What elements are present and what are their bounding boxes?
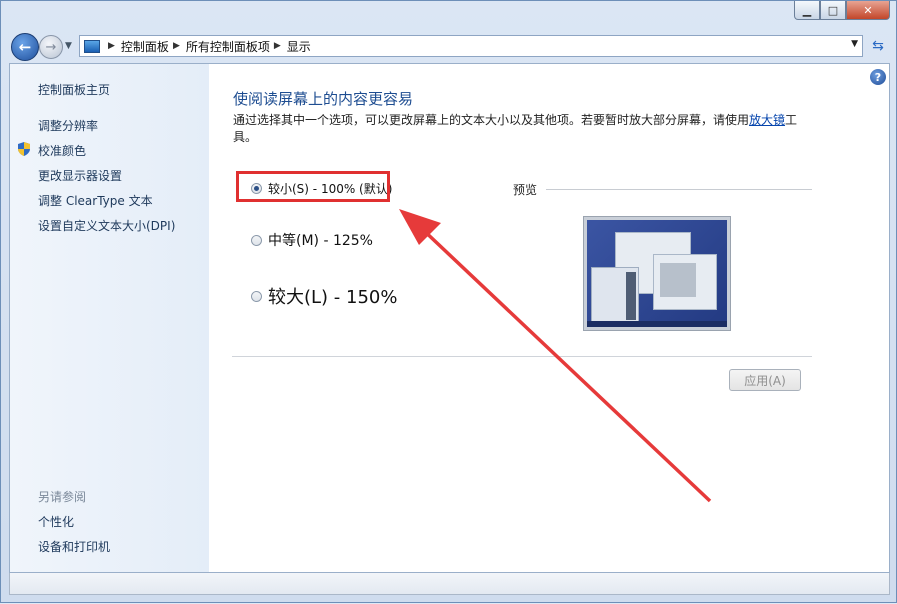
content-area: 控制面板主页 调整分辨率 校准颜色 更改显示器设置 调整 ClearType 文… <box>9 63 890 573</box>
sidebar: 控制面板主页 调整分辨率 校准颜色 更改显示器设置 调整 ClearType 文… <box>10 64 209 572</box>
section-divider <box>232 356 812 357</box>
shield-icon <box>18 142 30 156</box>
control-panel-icon <box>84 39 100 53</box>
navigation-bar: ← → ▼ ▶ 控制面板 ▶ 所有控制面板项 ▶ 显示 ▼ ⇆ <box>1 31 896 63</box>
minimize-button[interactable]: ▁ <box>794 1 820 20</box>
option-label: 中等(M) - 125% <box>268 233 373 249</box>
see-also-heading: 另请参阅 <box>38 490 87 504</box>
sidebar-item-home[interactable]: 控制面板主页 <box>38 81 110 98</box>
help-icon[interactable]: ? <box>870 69 886 85</box>
preview-window-content <box>660 263 696 297</box>
preview-start-menu <box>591 267 639 327</box>
status-bar <box>9 573 890 595</box>
preview-desktop <box>587 220 727 327</box>
address-bar[interactable]: ▶ 控制面板 ▶ 所有控制面板项 ▶ 显示 ▼ <box>79 35 863 57</box>
sidebar-item-display-settings[interactable]: 更改显示器设置 <box>38 167 122 184</box>
chevron-right-icon[interactable]: ▶ <box>108 41 115 51</box>
sidebar-item-cleartype[interactable]: 调整 ClearType 文本 <box>38 192 153 209</box>
highlight-box <box>236 171 390 202</box>
page-description: 通过选择其中一个选项，可以更改屏幕上的文本大小以及其他项。若要暂时放大部分屏幕，… <box>233 112 803 146</box>
description-text: 通过选择其中一个选项，可以更改屏幕上的文本大小以及其他项。若要暂时放大部分屏幕，… <box>233 113 750 127</box>
option-medium[interactable]: 中等(M) - 125% <box>251 230 373 250</box>
recent-pages-dropdown[interactable]: ▼ <box>65 41 72 51</box>
apply-button[interactable]: 应用(A) <box>729 369 801 391</box>
radio-button[interactable] <box>251 290 262 302</box>
preview-taskbar <box>587 321 727 327</box>
title-bar: ▁ □ ✕ <box>1 1 896 31</box>
refresh-icon: ⇆ <box>872 38 884 54</box>
chevron-right-icon[interactable]: ▶ <box>173 41 180 51</box>
page-title: 使阅读屏幕上的内容更容易 <box>233 90 414 108</box>
back-arrow-icon: ← <box>18 38 32 56</box>
preview-window <box>653 254 717 310</box>
breadcrumb-all-items[interactable]: 所有控制面板项 <box>186 38 270 55</box>
window-controls: ▁ □ ✕ <box>794 1 890 20</box>
option-label: 较大(L) - 150% <box>268 287 398 308</box>
back-button[interactable]: ← <box>11 33 39 61</box>
maximize-button[interactable]: □ <box>820 1 846 20</box>
magnifier-link[interactable]: 放大镜 <box>749 113 785 127</box>
refresh-button[interactable]: ⇆ <box>867 35 889 57</box>
preview-divider <box>546 189 812 190</box>
main-panel: ? 使阅读屏幕上的内容更容易 通过选择其中一个选项，可以更改屏幕上的文本大小以及… <box>209 64 889 572</box>
sidebar-item-resolution[interactable]: 调整分辨率 <box>38 117 98 134</box>
sidebar-item-calibrate-color[interactable]: 校准颜色 <box>38 142 86 159</box>
forward-button[interactable]: → <box>39 35 63 59</box>
address-dropdown-icon[interactable]: ▼ <box>851 39 858 49</box>
sidebar-item-personalization[interactable]: 个性化 <box>38 513 74 530</box>
breadcrumb-display[interactable]: 显示 <box>287 38 311 55</box>
option-larger[interactable]: 较大(L) - 150% <box>251 283 397 309</box>
window: ▁ □ ✕ ← → ▼ ▶ 控制面板 ▶ 所有控制面板项 ▶ 显示 ▼ ⇆ 控制… <box>0 0 897 603</box>
breadcrumb-control-panel[interactable]: 控制面板 <box>121 38 169 55</box>
chevron-right-icon[interactable]: ▶ <box>274 41 281 51</box>
preview-image <box>583 216 731 331</box>
preview-menu-bar <box>626 272 636 320</box>
sidebar-item-custom-dpi[interactable]: 设置自定义文本大小(DPI) <box>38 217 175 234</box>
forward-arrow-icon: → <box>45 39 57 55</box>
radio-button[interactable] <box>251 234 262 246</box>
sidebar-item-devices-printers[interactable]: 设备和打印机 <box>38 538 110 555</box>
close-button[interactable]: ✕ <box>846 1 890 20</box>
preview-label: 预览 <box>513 183 538 197</box>
